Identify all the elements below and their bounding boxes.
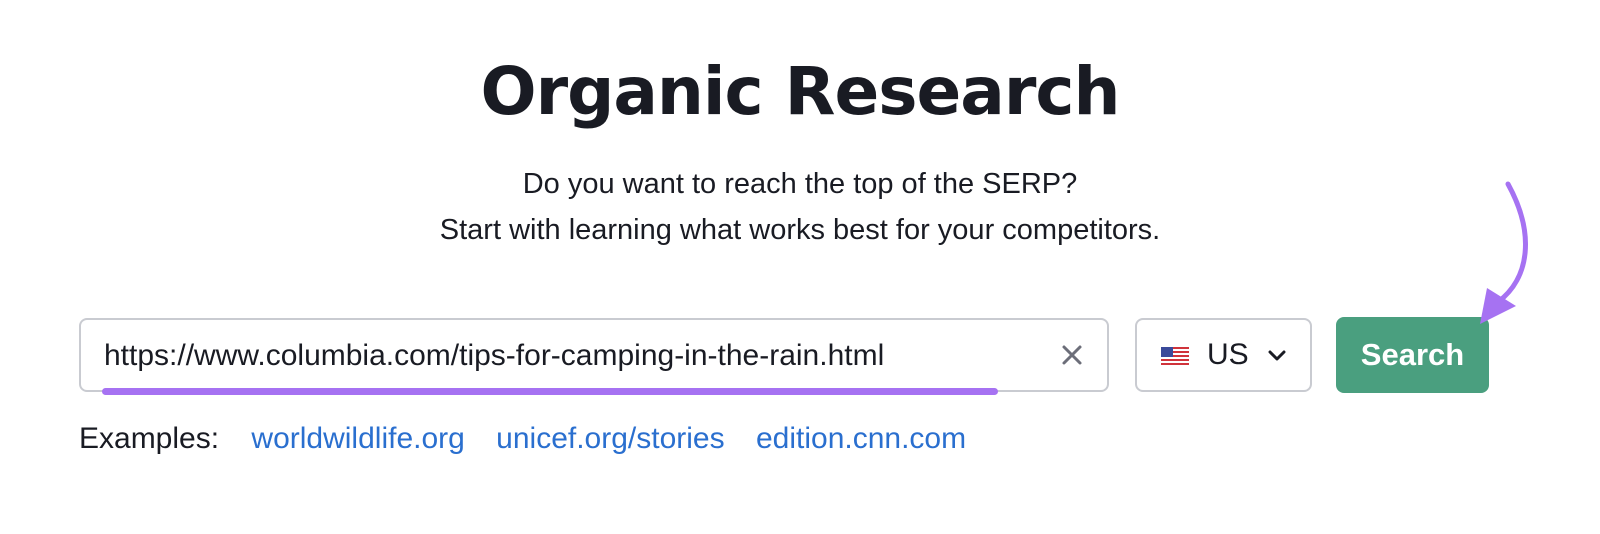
search-input-value[interactable]: https://www.columbia.com/tips-for-campin… xyxy=(104,338,884,374)
examples-row: Examples: worldwildlife.org unicef.org/s… xyxy=(79,420,989,458)
search-button[interactable]: Search xyxy=(1336,317,1489,393)
highlight-underline xyxy=(102,388,998,395)
domain-search-input[interactable]: https://www.columbia.com/tips-for-campin… xyxy=(79,318,1109,392)
country-selected-value: US xyxy=(1207,338,1249,371)
example-link-unicef[interactable]: unicef.org/stories xyxy=(496,422,724,455)
close-icon[interactable] xyxy=(1057,340,1087,370)
example-link-cnn[interactable]: edition.cnn.com xyxy=(756,422,966,455)
page-subtitle-line1: Do you want to reach the top of the SERP… xyxy=(522,168,1078,200)
annotation-arrow-icon xyxy=(1480,181,1528,324)
country-select[interactable]: US xyxy=(1135,318,1312,392)
chevron-down-icon xyxy=(1268,350,1286,361)
page-title: Organic Research xyxy=(480,53,1121,130)
us-flag-icon xyxy=(1161,347,1189,365)
example-link-worldwildlife[interactable]: worldwildlife.org xyxy=(251,422,464,455)
examples-label: Examples: xyxy=(79,422,220,455)
page-subtitle-line2: Start with learning what works best for … xyxy=(439,214,1161,246)
